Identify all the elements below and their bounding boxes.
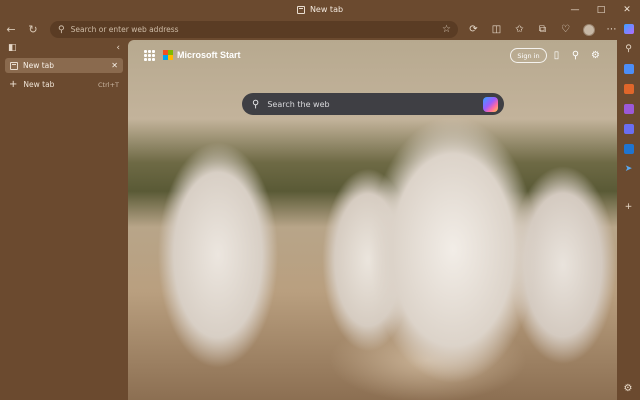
search-icon: ⚲ <box>58 24 65 35</box>
rewards-icon[interactable]: ⚲ <box>569 49 582 62</box>
star-icon[interactable]: ☆ <box>442 24 451 35</box>
search-icon: ⚲ <box>252 98 260 110</box>
favorites-icon[interactable]: ✩ <box>508 19 531 40</box>
search-input[interactable]: Search the web <box>267 100 475 109</box>
games-icon[interactable] <box>617 99 640 119</box>
back-button[interactable]: ← <box>0 19 22 40</box>
plus-icon: + <box>9 79 18 90</box>
edge-sidebar: ⚲ ➤ + <box>617 19 640 400</box>
mobile-icon[interactable]: ▯ <box>550 49 563 62</box>
app-launcher-icon[interactable] <box>144 50 155 61</box>
microsoft-logo-icon <box>163 50 173 60</box>
add-sidebar-app-icon[interactable]: + <box>617 197 640 217</box>
address-input[interactable]: Search or enter web address <box>71 25 436 34</box>
window-title-text: New tab <box>309 5 344 14</box>
split-screen-icon[interactable]: ◫ <box>485 19 508 40</box>
collections-icon[interactable]: ⧉ <box>531 19 554 40</box>
tab-icon <box>10 61 18 70</box>
ntp-header: Microsoft Start Sign in ▯ ⚲ ⚙ <box>128 40 617 70</box>
gear-icon[interactable]: ⚙ <box>589 49 602 62</box>
collapse-pane-icon[interactable]: ‹ <box>116 43 120 53</box>
sign-in-button[interactable]: Sign in <box>510 48 547 63</box>
shopping-icon[interactable] <box>617 59 640 79</box>
address-bar[interactable]: ⚲ Search or enter web address ☆ <box>50 21 458 38</box>
close-tab-icon[interactable]: ✕ <box>111 61 118 70</box>
brand-name: Microsoft Start <box>177 50 241 60</box>
tools-icon[interactable] <box>617 79 640 99</box>
copilot-icon[interactable] <box>483 96 498 112</box>
web-search-box[interactable]: ⚲ Search the web <box>242 93 504 115</box>
profile-button[interactable] <box>577 19 600 40</box>
tab-pane-header: ◧ ‹ <box>0 40 128 56</box>
title-bar: New tab — □ ✕ <box>0 0 640 19</box>
new-tab-button[interactable]: + New tab Ctrl+T <box>5 77 123 92</box>
toolbar: ← ↻ ⚲ Search or enter web address ☆ ⟳ ◫ … <box>0 19 640 40</box>
minimize-icon[interactable]: — <box>562 0 588 19</box>
new-tab-shortcut: Ctrl+T <box>98 80 119 89</box>
window-controls: — □ ✕ <box>562 0 640 19</box>
tab-icon <box>296 5 305 14</box>
outlook-icon[interactable] <box>617 139 640 159</box>
send-icon[interactable]: ➤ <box>617 159 640 179</box>
arrow-left-icon: ← <box>6 23 16 36</box>
microsoft-start-logo[interactable]: Microsoft Start <box>163 50 241 60</box>
tab-new-tab[interactable]: New tab ✕ <box>5 58 123 73</box>
refresh-icon: ↻ <box>28 23 38 36</box>
new-tab-page: Microsoft Start Sign in ▯ ⚲ ⚙ ⚲ Search t… <box>128 40 617 400</box>
close-icon[interactable]: ✕ <box>614 0 640 19</box>
vertical-tabs-pane: ◧ ‹ New tab ✕ + New tab Ctrl+T <box>0 40 128 400</box>
office-icon[interactable] <box>617 119 640 139</box>
new-tab-label: New tab <box>23 80 55 89</box>
tab-label: New tab <box>23 61 55 70</box>
window-title: New tab <box>296 5 344 14</box>
refresh-button[interactable]: ↻ <box>22 19 44 40</box>
tab-actions-icon[interactable]: ◧ <box>8 43 17 53</box>
maximize-icon[interactable]: □ <box>588 0 614 19</box>
copilot-sidebar-icon[interactable] <box>617 19 640 39</box>
search-sidebar-icon[interactable]: ⚲ <box>617 39 640 59</box>
browser-essentials-icon[interactable]: ♡ <box>554 19 577 40</box>
extension-sync-icon[interactable]: ⟳ <box>462 19 485 40</box>
toolbar-tools: ⟳ ◫ ✩ ⧉ ♡ ⋯ <box>462 19 623 40</box>
sidebar-settings-icon[interactable]: ⚙ <box>619 379 637 397</box>
avatar <box>582 23 595 36</box>
